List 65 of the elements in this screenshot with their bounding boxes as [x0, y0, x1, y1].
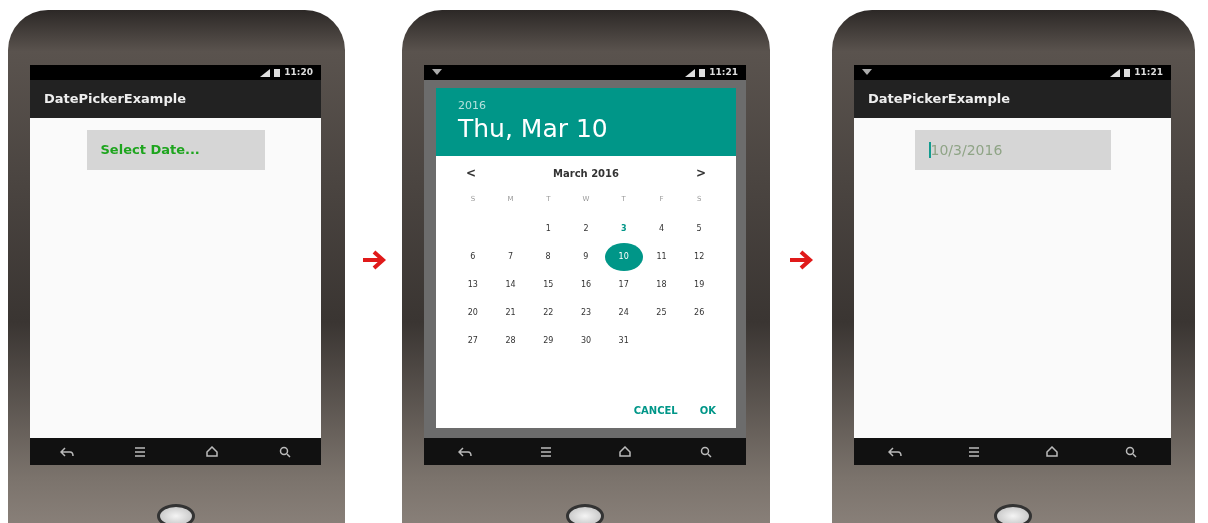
calendar-day[interactable]: 7 — [497, 244, 524, 269]
calendar-day[interactable]: 23 — [573, 300, 599, 325]
calendar-day[interactable]: 14 — [497, 272, 524, 297]
dialog-button[interactable]: OK — [693, 401, 722, 420]
arrow-icon — [360, 249, 387, 271]
battery-icon — [274, 68, 281, 77]
calendar-day[interactable]: 24 — [610, 300, 637, 325]
calendar-day[interactable]: 3 — [610, 216, 637, 241]
prev-month-button[interactable]: < — [462, 164, 481, 182]
calendar-day[interactable]: 31 — [610, 328, 637, 353]
back-icon[interactable] — [887, 446, 902, 457]
status-time: 11:21 — [1134, 65, 1163, 79]
back-icon[interactable] — [60, 446, 75, 457]
search-icon[interactable] — [699, 445, 712, 458]
calendar-day[interactable]: 21 — [497, 300, 524, 325]
calendar-day[interactable]: 11 — [648, 244, 675, 269]
signal-icon — [260, 68, 271, 77]
arrow-icon — [788, 249, 814, 271]
home-button[interactable] — [566, 504, 604, 523]
signal-icon — [1110, 68, 1121, 77]
status-time: 11:21 — [709, 65, 738, 79]
calendar-day[interactable]: 12 — [686, 244, 713, 269]
calendar-day[interactable]: 2 — [573, 216, 599, 241]
calendar-day[interactable]: 30 — [573, 328, 599, 353]
menu-icon[interactable] — [968, 446, 979, 457]
selected-date: Thu, Mar 10 — [458, 114, 608, 142]
calendar-day[interactable]: 4 — [648, 216, 675, 241]
calendar-day[interactable]: 28 — [497, 328, 524, 353]
home-icon[interactable] — [1046, 446, 1059, 457]
calendar-day[interactable]: 27 — [459, 328, 486, 353]
menu-icon[interactable] — [135, 446, 146, 457]
calendar-day[interactable]: 29 — [535, 328, 562, 353]
calendar-day[interactable]: 19 — [686, 272, 713, 297]
menu-icon[interactable] — [540, 446, 551, 457]
search-icon[interactable] — [278, 445, 291, 458]
month-label: March 2016 — [553, 166, 619, 181]
calendar-day[interactable]: 9 — [572, 244, 599, 269]
calendar-day[interactable]: 8 — [535, 244, 562, 269]
calendar-day[interactable]: 16 — [573, 272, 599, 297]
dialog-button[interactable]: CANCEL — [627, 401, 684, 420]
signal-icon — [685, 68, 696, 77]
battery-icon — [699, 68, 706, 77]
calendar-day[interactable]: 13 — [459, 272, 486, 297]
next-month-button[interactable]: > — [691, 164, 710, 182]
calendar-day[interactable]: 25 — [648, 300, 675, 325]
back-icon[interactable] — [458, 446, 473, 457]
calendar-day[interactable]: 22 — [535, 300, 562, 325]
calendar-day[interactable]: 18 — [648, 272, 675, 297]
search-icon[interactable] — [1125, 445, 1138, 458]
calendar-day[interactable]: 17 — [610, 272, 637, 297]
app-title: DatePickerExample — [44, 90, 186, 109]
battery-icon — [1124, 68, 1131, 77]
home-icon[interactable] — [205, 446, 218, 457]
app-title: DatePickerExample — [868, 90, 1010, 109]
calendar-day[interactable]: 26 — [686, 300, 713, 325]
calendar-day[interactable]: 20 — [459, 300, 486, 325]
home-icon[interactable] — [619, 446, 632, 457]
home-button[interactable] — [156, 504, 195, 523]
calendar-day[interactable]: 1 — [535, 216, 562, 241]
calendar-day[interactable]: 6 — [459, 244, 486, 269]
calendar-day[interactable]: 15 — [535, 272, 562, 297]
calendar-day[interactable]: 10 — [604, 242, 643, 271]
status-time: 11:20 — [284, 65, 313, 79]
calendar-day[interactable]: 5 — [686, 216, 713, 241]
home-button[interactable] — [993, 504, 1032, 523]
